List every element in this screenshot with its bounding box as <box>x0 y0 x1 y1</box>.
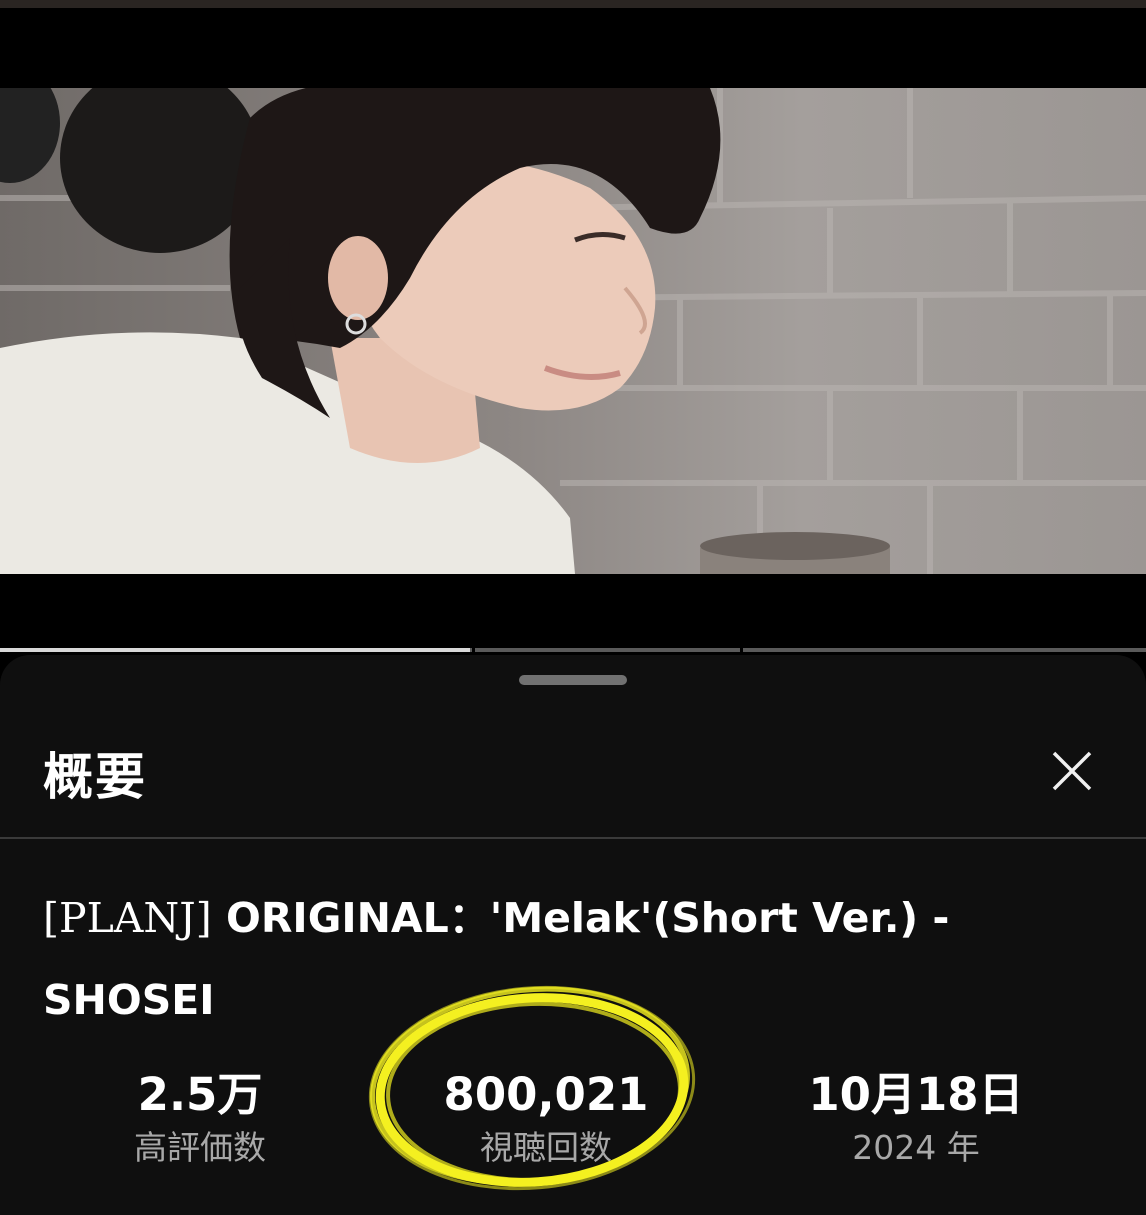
description-panel: 概要 [PLANJ] ORIGINAL：'Melak'(Short Ver.) … <box>0 655 1146 1215</box>
views-count: 800,021 <box>443 1068 649 1121</box>
video-progress-bar[interactable] <box>0 648 1146 652</box>
close-icon <box>1052 751 1092 791</box>
video-top-strip <box>0 0 1146 8</box>
divider <box>0 837 1146 839</box>
likes-label: 高評価数 <box>134 1128 266 1167</box>
video-thumbnail-image <box>0 88 1146 574</box>
video-title-prefix: [PLANJ] <box>43 894 212 942</box>
publish-date-stat: 10月18日 2024 年 <box>786 1067 1046 1171</box>
drag-handle-icon[interactable] <box>519 675 627 685</box>
chapter-marker <box>472 648 475 652</box>
video-player[interactable] <box>0 0 1146 652</box>
video-frame[interactable] <box>0 88 1146 574</box>
panel-title: 概要 <box>43 748 147 806</box>
likes-stat: 2.5万 高評価数 <box>70 1067 330 1171</box>
video-progress-fill <box>0 648 470 652</box>
publish-year: 2024 年 <box>852 1128 980 1167</box>
likes-count: 2.5万 <box>137 1068 263 1121</box>
views-label: 視聴回数 <box>480 1128 612 1167</box>
close-button[interactable] <box>1040 739 1104 803</box>
publish-date: 10月18日 <box>808 1068 1024 1121</box>
chapter-marker <box>740 648 743 652</box>
views-stat: 800,021 視聴回数 <box>416 1067 676 1171</box>
video-title: [PLANJ] ORIGINAL：'Melak'(Short Ver.) - S… <box>43 877 1103 1041</box>
